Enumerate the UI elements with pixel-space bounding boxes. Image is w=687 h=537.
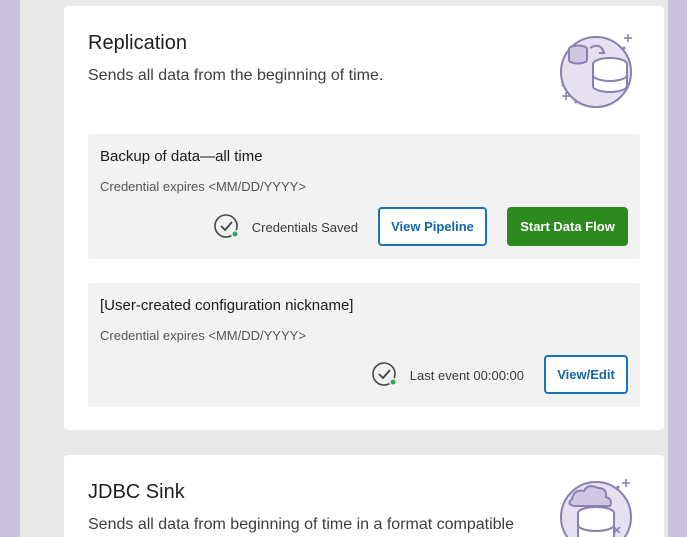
config-name: [User-created configuration nickname] — [100, 297, 354, 314]
status-text: Credentials Saved — [251, 219, 358, 235]
status-indicator: Credentials Saved — [213, 214, 358, 240]
card-title: Replication — [88, 32, 187, 54]
start-data-flow-button[interactable]: Start Data Flow — [507, 207, 628, 246]
view-pipeline-button[interactable]: View Pipeline — [378, 207, 487, 246]
status-indicator: Last event 00:00:00 — [371, 362, 524, 388]
credential-expiry: Credential expires <MM/DD/YYYY> — [100, 179, 306, 194]
check-circle-icon — [213, 214, 240, 240]
credential-expiry: Credential expires <MM/DD/YYYY> — [100, 328, 306, 343]
status-text: Last event 00:00:00 — [409, 367, 524, 383]
check-circle-icon — [371, 362, 398, 388]
config-item: [User-created configuration nickname] Cr… — [88, 283, 640, 407]
view-edit-button[interactable]: View/Edit — [544, 355, 628, 394]
main-panel: Replication Sends all data from the begi… — [20, 0, 668, 537]
card-description: Sends all data from the beginning of tim… — [88, 67, 384, 84]
replication-card: Replication Sends all data from the begi… — [64, 6, 664, 430]
config-item: Backup of data—all time Credential expir… — [88, 134, 640, 259]
card-description: Sends all data from beginning of time in… — [88, 516, 515, 533]
card-title: JDBC Sink — [88, 481, 185, 503]
config-name: Backup of data—all time — [100, 148, 263, 165]
database-cloud-icon — [558, 477, 638, 537]
jdbc-sink-card: JDBC Sink Sends all data from beginning … — [64, 455, 664, 537]
database-transfer-icon — [558, 30, 638, 115]
